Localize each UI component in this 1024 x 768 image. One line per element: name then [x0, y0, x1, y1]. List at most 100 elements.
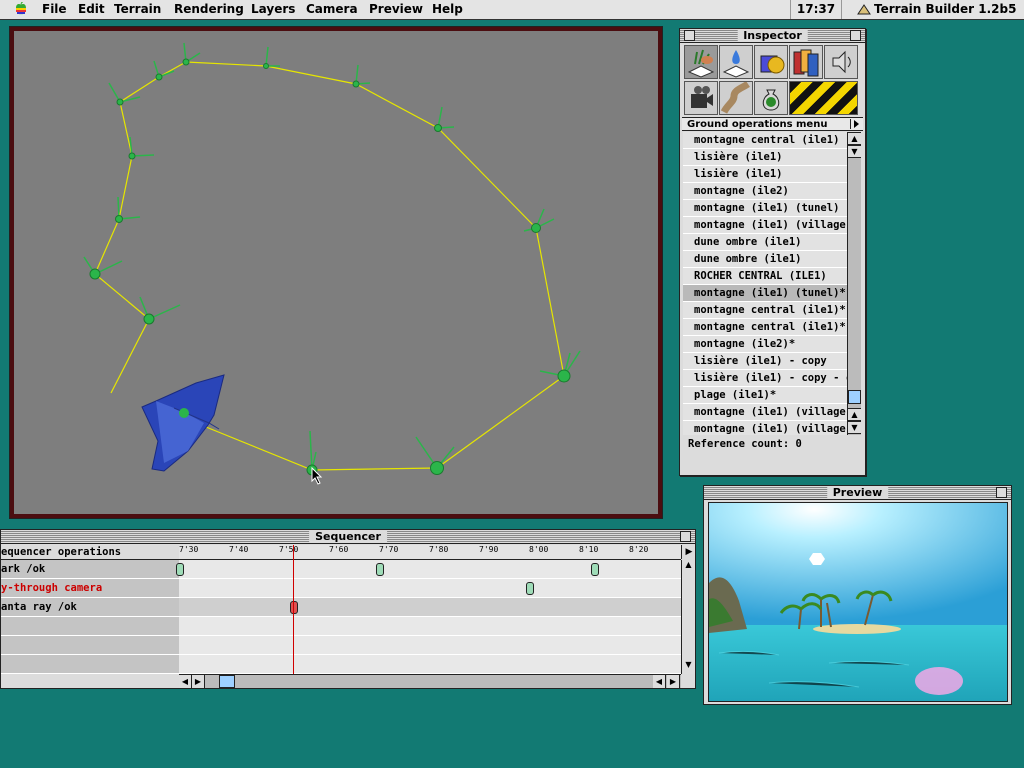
list-item[interactable]: ROCHER CENTRAL (ILE1) — [683, 268, 847, 285]
camera-path-drawing[interactable] — [14, 31, 658, 514]
shapes-tool-icon[interactable] — [754, 45, 788, 79]
list-item[interactable]: lisière (ile1) - copy — [683, 353, 847, 370]
menu-camera[interactable]: Camera — [306, 2, 358, 16]
sequencer-operations-menu[interactable]: equencer operations — [1, 545, 179, 560]
zoom-box-icon[interactable] — [996, 487, 1007, 498]
keyframe-marker[interactable] — [591, 563, 599, 576]
scroll-right-arrow-icon[interactable]: ▶ — [667, 675, 680, 688]
render-preview-image — [708, 502, 1008, 702]
list-item[interactable]: montagne (ile2)* — [683, 336, 847, 353]
track-label[interactable]: anta ray /ok — [1, 598, 179, 616]
menu-preview[interactable]: Preview — [369, 2, 423, 16]
keyframe-marker[interactable] — [526, 582, 534, 595]
list-item[interactable]: montagne central (ile1)* — [683, 302, 847, 319]
track-row[interactable] — [1, 655, 681, 674]
list-item[interactable]: montagne (ile1) (village p — [683, 421, 847, 435]
camera-tool-icon[interactable] — [684, 81, 718, 115]
menu-edit[interactable]: Edit — [78, 2, 105, 16]
keyframe-marker[interactable] — [290, 601, 298, 614]
track-label[interactable]: y-through camera — [1, 579, 179, 597]
list-item[interactable]: montagne (ile1) (village p — [683, 404, 847, 421]
track-row[interactable] — [1, 617, 681, 636]
list-scrollbar[interactable]: ▲ ▼ ▲ ▼ — [847, 132, 861, 435]
list-item[interactable]: montagne (ile2) — [683, 183, 847, 200]
zoom-box-icon[interactable] — [850, 30, 861, 41]
list-item[interactable]: lisière (ile1) — [683, 166, 847, 183]
menu-rendering[interactable]: Rendering — [174, 2, 244, 16]
list-item[interactable]: montagne central (ile1) — [683, 132, 847, 149]
money-bag-tool-icon[interactable] — [754, 81, 788, 115]
inspector-title-bar[interactable]: Inspector — [680, 29, 865, 43]
keyframe-marker[interactable] — [376, 563, 384, 576]
sequencer-title-bar[interactable]: Sequencer — [1, 530, 695, 544]
application-icon[interactable] — [857, 3, 871, 16]
menu-triangle-icon[interactable] — [850, 119, 861, 129]
playhead[interactable] — [293, 545, 294, 675]
track-scrollbar[interactable]: ▲ ▼ — [681, 560, 695, 674]
speaker-tool-icon[interactable] — [824, 45, 858, 79]
ground-operations-menu-label: Ground operations menu — [687, 119, 828, 130]
scroll-down-arrow-icon[interactable]: ▼ — [848, 421, 861, 434]
terrain-plants-tool-icon[interactable] — [684, 45, 718, 79]
tool-grid — [682, 45, 863, 119]
track-row[interactable]: y-through camera — [1, 579, 681, 598]
menu-file[interactable]: File — [42, 2, 67, 16]
list-item[interactable]: montagne (ile1) (village p — [683, 217, 847, 234]
ruler-scroll-right-icon[interactable]: ▶ — [681, 545, 696, 559]
scroll-up-arrow-icon[interactable]: ▲ — [848, 408, 861, 421]
scroll-left-arrow-icon[interactable]: ◀ — [653, 675, 666, 688]
list-item[interactable]: lisière (ile1) - copy - co — [683, 370, 847, 387]
scroll-left-arrow-icon[interactable]: ◀ — [179, 675, 192, 688]
track-lane[interactable] — [179, 598, 681, 616]
list-item[interactable]: montagne (ile1) (tunel)* — [683, 285, 847, 302]
track-lane[interactable] — [179, 636, 681, 654]
list-item[interactable]: lisière (ile1) — [683, 149, 847, 166]
track-row[interactable]: anta ray /ok — [1, 598, 681, 617]
terrain-viewport[interactable] — [14, 31, 658, 514]
scroll-thumb[interactable] — [848, 390, 861, 404]
timeline-scrollbar[interactable]: ◀ ▶ ◀ ▶ — [179, 674, 681, 688]
terrain-viewport-window — [9, 26, 663, 519]
menu-clock[interactable]: 17:37 — [790, 0, 842, 19]
sequencer-window: Sequencer equencer operations 7'30 7'40 7'… — [0, 529, 696, 689]
track-label[interactable] — [1, 617, 179, 635]
zoom-box-icon[interactable] — [680, 531, 691, 542]
track-lane[interactable] — [176, 560, 681, 578]
track-row[interactable]: ark /ok — [1, 560, 681, 579]
ruler-tick-label: 7'80 — [429, 545, 449, 554]
apple-menu-icon[interactable] — [14, 2, 28, 16]
menu-terrain[interactable]: Terrain — [114, 2, 161, 16]
track-lane[interactable] — [179, 579, 681, 597]
ground-operations-list[interactable]: montagne central (ile1) lisière (ile1) lis… — [683, 132, 847, 435]
track-lane[interactable] — [179, 617, 681, 635]
track-label[interactable] — [1, 636, 179, 654]
track-label[interactable] — [1, 655, 179, 673]
keyframe-marker[interactable] — [176, 563, 184, 576]
track-lane[interactable] — [179, 655, 681, 673]
scroll-up-arrow-icon[interactable]: ▲ — [682, 560, 695, 573]
scroll-up-arrow-icon[interactable]: ▲ — [848, 132, 861, 145]
track-label[interactable]: ark /ok — [1, 560, 179, 578]
time-ruler[interactable]: 7'30 7'40 7'50 7'60 7'70 7'80 7'90 8'00 8'10 8'20 — [179, 545, 681, 560]
path-tool-icon[interactable] — [719, 81, 753, 115]
close-box-icon[interactable] — [684, 30, 695, 41]
scroll-down-arrow-icon[interactable]: ▼ — [848, 145, 861, 158]
scroll-thumb[interactable] — [219, 675, 235, 688]
hazard-stripes-tool-icon[interactable] — [789, 81, 858, 115]
list-item[interactable]: plage (ile1)* — [683, 387, 847, 404]
scroll-right-arrow-icon[interactable]: ▶ — [192, 675, 205, 688]
track-row[interactable] — [1, 636, 681, 655]
preview-title-bar[interactable]: Preview — [704, 486, 1011, 500]
manta-ray-model[interactable] — [141, 374, 225, 472]
water-drop-tool-icon[interactable] — [719, 45, 753, 79]
menu-layers[interactable]: Layers — [251, 2, 295, 16]
menu-help[interactable]: Help — [432, 2, 463, 16]
list-item[interactable]: dune ombre (ile1) — [683, 251, 847, 268]
scroll-down-arrow-icon[interactable]: ▼ — [682, 660, 695, 673]
list-item[interactable]: montagne central (ile1)* — [683, 319, 847, 336]
ground-operations-menu[interactable]: Ground operations menu — [682, 117, 863, 131]
application-menu[interactable]: Terrain Builder 1.2b5 — [874, 2, 1016, 16]
list-item[interactable]: montagne (ile1) (tunel) — [683, 200, 847, 217]
texture-panels-tool-icon[interactable] — [789, 45, 823, 79]
list-item[interactable]: dune ombre (ile1) — [683, 234, 847, 251]
